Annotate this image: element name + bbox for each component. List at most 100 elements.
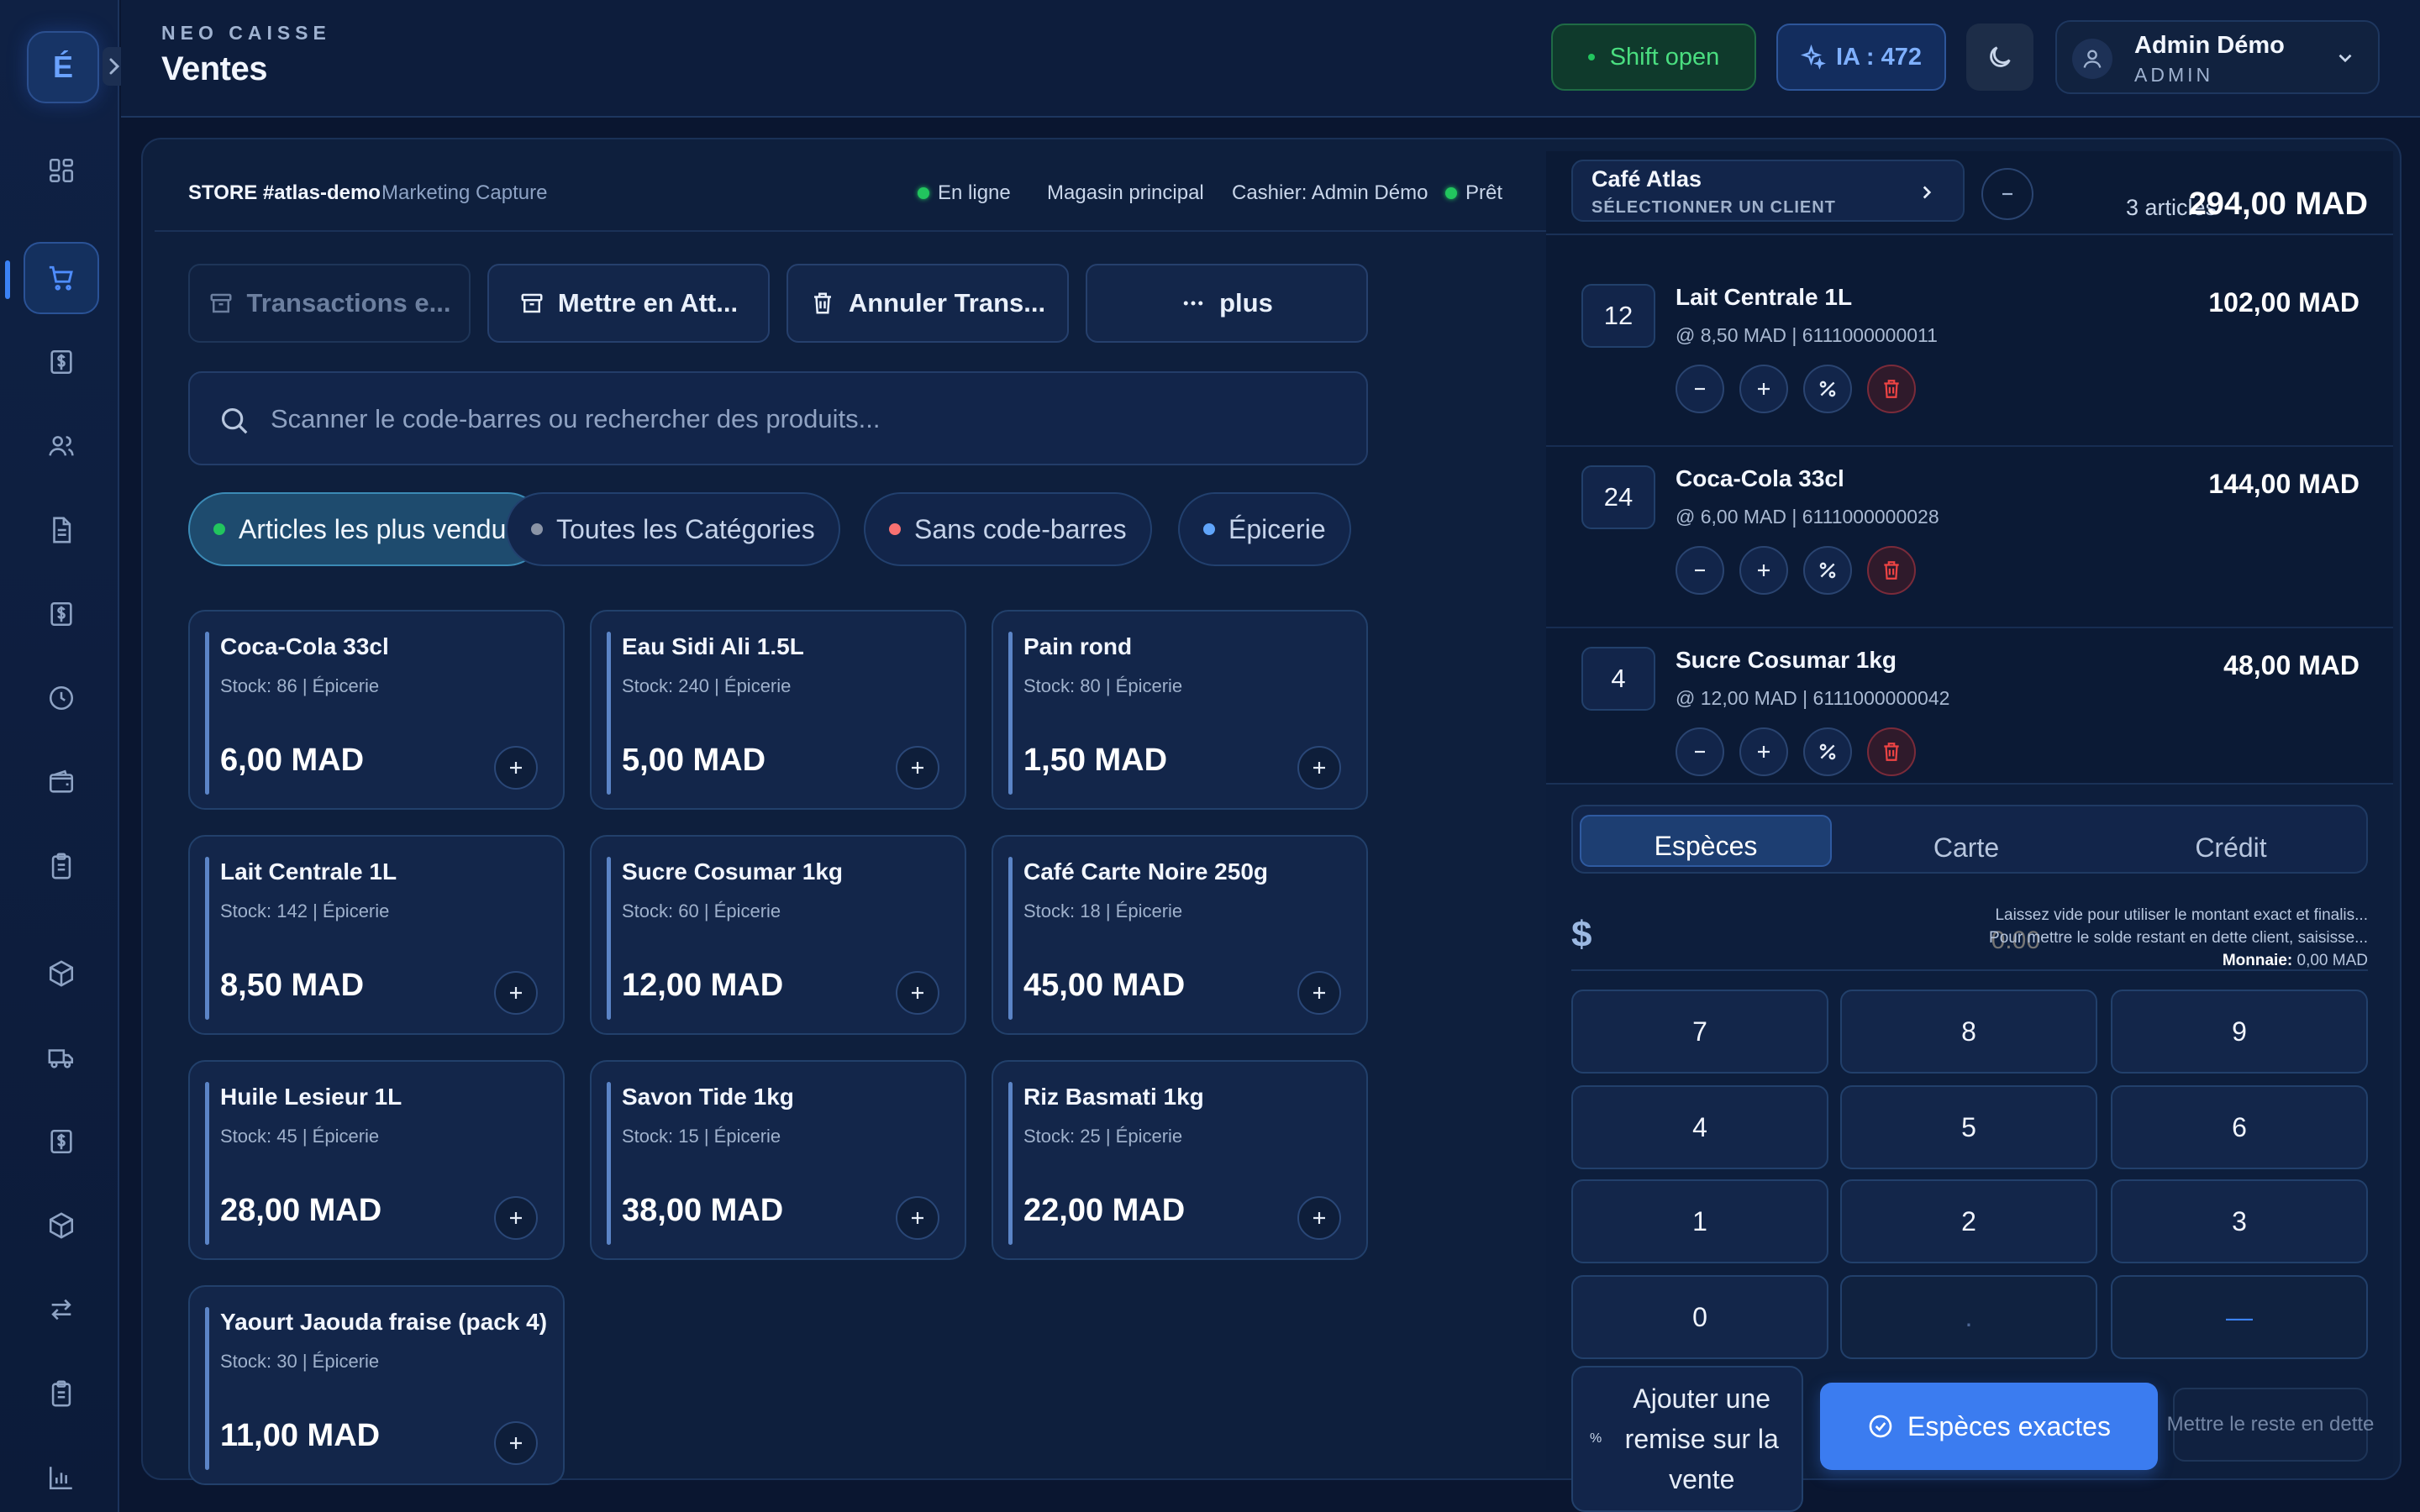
item-discount-button[interactable] — [1803, 546, 1852, 595]
product-card[interactable]: Riz Basmati 1kg Stock: 25 | Épicerie 22,… — [992, 1060, 1368, 1260]
transactions-button[interactable]: Transactions e... — [188, 264, 471, 343]
customer-selector[interactable]: Café Atlas SÉLECTIONNER UN CLIENT — [1571, 160, 1965, 222]
remove-customer-button[interactable] — [1981, 168, 2033, 220]
users-icon — [49, 436, 74, 456]
add-to-cart-button[interactable] — [896, 971, 939, 1015]
key-7[interactable]: 7 — [1571, 990, 1828, 1074]
nav-history[interactable] — [24, 662, 99, 734]
key-9[interactable]: 9 — [2111, 990, 2368, 1074]
nav-customers[interactable] — [24, 410, 99, 482]
decrease-quantity-button[interactable] — [1676, 365, 1724, 413]
product-card[interactable]: Café Carte Noire 250g Stock: 18 | Épicer… — [992, 835, 1368, 1035]
product-search[interactable] — [188, 371, 1368, 465]
product-card[interactable]: Coca-Cola 33cl Stock: 86 | Épicerie 6,00… — [188, 610, 565, 810]
cart-item-controls — [1676, 365, 1916, 413]
cancel-label: Annuler Trans... — [848, 288, 1046, 318]
product-card[interactable]: Lait Centrale 1L Stock: 142 | Épicerie 8… — [188, 835, 565, 1035]
plus-icon — [1313, 762, 1325, 774]
add-to-cart-button[interactable] — [1297, 746, 1341, 790]
category-best-sellers[interactable]: Articles les plus vendus — [188, 492, 545, 566]
nav-invoices[interactable] — [24, 494, 99, 566]
remove-item-button[interactable] — [1867, 365, 1916, 413]
card-accent — [1008, 857, 1013, 1020]
nav-dashboard[interactable] — [24, 134, 99, 207]
remove-item-button[interactable] — [1867, 727, 1916, 776]
nav-orders[interactable] — [24, 830, 99, 902]
product-card[interactable]: Savon Tide 1kg Stock: 15 | Épicerie 38,0… — [590, 1060, 966, 1260]
theme-toggle-button[interactable] — [1966, 24, 2033, 91]
nav-sales[interactable] — [24, 242, 99, 314]
product-card[interactable]: Yaourt Jaouda fraise (pack 4) Stock: 30 … — [188, 1285, 565, 1485]
cancel-transaction-button[interactable]: Annuler Trans... — [786, 264, 1069, 343]
product-card[interactable]: Sucre Cosumar 1kg Stock: 60 | Épicerie 1… — [590, 835, 966, 1035]
product-card[interactable]: Pain rond Stock: 80 | Épicerie 1,50 MAD — [992, 610, 1368, 810]
amount-input[interactable] — [1571, 924, 2040, 958]
user-menu-button[interactable]: Admin Démo ADMIN — [2055, 20, 2380, 94]
add-to-cart-button[interactable] — [1297, 971, 1341, 1015]
plus-icon — [912, 762, 923, 774]
sale-discount-button[interactable]: % Ajouter une remise sur la vente — [1571, 1366, 1803, 1512]
key-4[interactable]: 4 — [1571, 1085, 1828, 1169]
key-2[interactable]: 2 — [1840, 1179, 2097, 1263]
key-decimal[interactable]: . — [1840, 1275, 2097, 1359]
increase-quantity-button[interactable] — [1739, 365, 1788, 413]
increase-quantity-button[interactable] — [1739, 727, 1788, 776]
plus-icon — [510, 762, 522, 774]
add-to-cart-button[interactable] — [896, 1196, 939, 1240]
item-discount-button[interactable] — [1803, 365, 1852, 413]
add-to-cart-button[interactable] — [494, 971, 538, 1015]
nav-inventory[interactable] — [24, 1189, 99, 1262]
nav-delivery[interactable] — [24, 1021, 99, 1094]
nav-payments[interactable] — [24, 326, 99, 398]
key-negative[interactable]: — — [2111, 1275, 2368, 1359]
key-1[interactable]: 1 — [1571, 1179, 1828, 1263]
nav-expenses[interactable] — [24, 578, 99, 650]
ia-credits-button[interactable]: IA : 472 — [1776, 24, 1946, 91]
decrease-quantity-button[interactable] — [1676, 546, 1724, 595]
trash-icon — [813, 292, 831, 314]
key-8[interactable]: 8 — [1840, 990, 2097, 1074]
put-in-debt-button[interactable]: Mettre le reste en dette — [2167, 1388, 2374, 1462]
nav-finance[interactable] — [24, 1105, 99, 1178]
category-epicerie[interactable]: Épicerie — [1178, 492, 1351, 566]
percent-icon — [1819, 562, 1836, 579]
app-logo[interactable]: É — [27, 31, 99, 103]
decrease-quantity-button[interactable] — [1676, 727, 1724, 776]
nav-transfers[interactable] — [24, 1273, 99, 1346]
add-to-cart-button[interactable] — [1297, 1196, 1341, 1240]
search-input[interactable] — [271, 398, 1346, 440]
location-label: Magasin principal — [1047, 181, 1204, 204]
more-button[interactable]: plus — [1086, 264, 1368, 343]
exact-cash-button[interactable]: Espèces exactes — [1820, 1383, 2158, 1470]
category-no-barcode[interactable]: Sans code-barres — [864, 492, 1152, 566]
tab-card[interactable]: Carte — [1840, 815, 2092, 867]
tab-credit[interactable]: Crédit — [2101, 815, 2361, 867]
add-to-cart-button[interactable] — [494, 746, 538, 790]
nav-reports[interactable] — [24, 1357, 99, 1430]
remove-item-button[interactable] — [1867, 546, 1916, 595]
hold-button[interactable]: Mettre en Att... — [487, 264, 770, 343]
product-price: 1,50 MAD — [1023, 743, 1168, 778]
add-to-cart-button[interactable] — [494, 1196, 538, 1240]
key-6[interactable]: 6 — [2111, 1085, 2368, 1169]
add-to-cart-button[interactable] — [494, 1421, 538, 1465]
key-0[interactable]: 0 — [1571, 1275, 1828, 1359]
tab-cash[interactable]: Espèces — [1580, 815, 1832, 867]
category-all[interactable]: Toutes les Catégories — [506, 492, 840, 566]
item-discount-button[interactable] — [1803, 727, 1852, 776]
shift-status-button[interactable]: Shift open — [1551, 24, 1756, 91]
product-card[interactable]: Huile Lesieur 1L Stock: 45 | Épicerie 28… — [188, 1060, 565, 1260]
nav-wallet[interactable] — [24, 746, 99, 818]
quantity-field[interactable]: 12 — [1581, 284, 1655, 348]
product-price: 45,00 MAD — [1023, 968, 1186, 1003]
quantity-field[interactable]: 4 — [1581, 647, 1655, 711]
quantity-field[interactable]: 24 — [1581, 465, 1655, 529]
product-card[interactable]: Eau Sidi Ali 1.5L Stock: 240 | Épicerie … — [590, 610, 966, 810]
key-5[interactable]: 5 — [1840, 1085, 2097, 1169]
online-status: En ligne — [918, 181, 1011, 205]
nav-products[interactable] — [24, 937, 99, 1010]
increase-quantity-button[interactable] — [1739, 546, 1788, 595]
nav-analytics[interactable] — [24, 1441, 99, 1512]
key-3[interactable]: 3 — [2111, 1179, 2368, 1263]
add-to-cart-button[interactable] — [896, 746, 939, 790]
